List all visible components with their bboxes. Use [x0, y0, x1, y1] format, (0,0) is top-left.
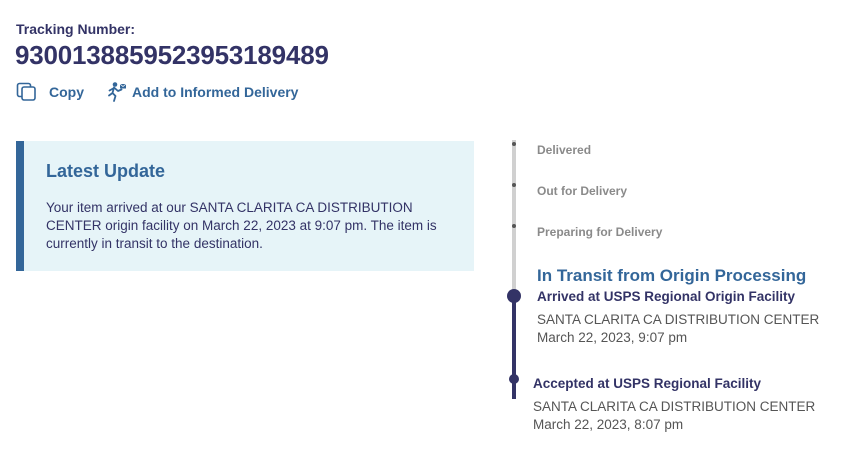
copy-label: Copy: [49, 84, 84, 100]
mail-carrier-icon: [106, 81, 128, 103]
add-to-informed-delivery-label: Add to Informed Delivery: [132, 84, 299, 100]
latest-update-title: Latest Update: [46, 161, 166, 181]
latest-update-panel: Latest Update Your item arrived at our S…: [16, 141, 474, 271]
timeline-event-location: SANTA CLARITA CA DISTRIBUTION CENTER: [537, 312, 820, 327]
timeline-step-preparing-for-delivery: Preparing for Delivery: [537, 225, 663, 239]
tracking-actions: Copy Add to Informed Delivery: [16, 80, 298, 104]
timeline-step-out-for-delivery: Out for Delivery: [537, 184, 628, 198]
tracking-number-label: Tracking Number:: [16, 21, 136, 37]
tracking-number: 9300138859523953189489: [15, 40, 329, 70]
add-to-informed-delivery-button[interactable]: Add to Informed Delivery: [106, 81, 298, 103]
timeline-step-dot: [512, 224, 516, 228]
timeline-current-status: In Transit from Origin Processing: [537, 266, 807, 285]
timeline-completed-line-end: [512, 382, 516, 399]
timeline-step-delivered: Delivered: [537, 143, 592, 157]
timeline-event-location: SANTA CLARITA CA DISTRIBUTION CENTER: [533, 399, 816, 414]
timeline-event-title: Accepted at USPS Regional Facility: [533, 376, 762, 391]
latest-update-text: Your item arrived at our SANTA CLARITA C…: [46, 200, 437, 251]
timeline-event-dot: [507, 289, 521, 303]
tracking-timeline: Delivered Out for Delivery Preparing for…: [500, 130, 860, 453]
timeline-step-dot: [512, 142, 516, 146]
timeline-event-title: Arrived at USPS Regional Origin Facility: [537, 289, 796, 304]
timeline-event-datetime: March 22, 2023, 8:07 pm: [533, 417, 684, 432]
copy-icon: [16, 82, 38, 102]
timeline-event-datetime: March 22, 2023, 9:07 pm: [537, 330, 688, 345]
copy-button[interactable]: Copy: [16, 82, 84, 102]
timeline-future-line: [512, 140, 516, 305]
timeline-event-dot: [509, 374, 519, 384]
timeline-step-dot: [512, 183, 516, 187]
